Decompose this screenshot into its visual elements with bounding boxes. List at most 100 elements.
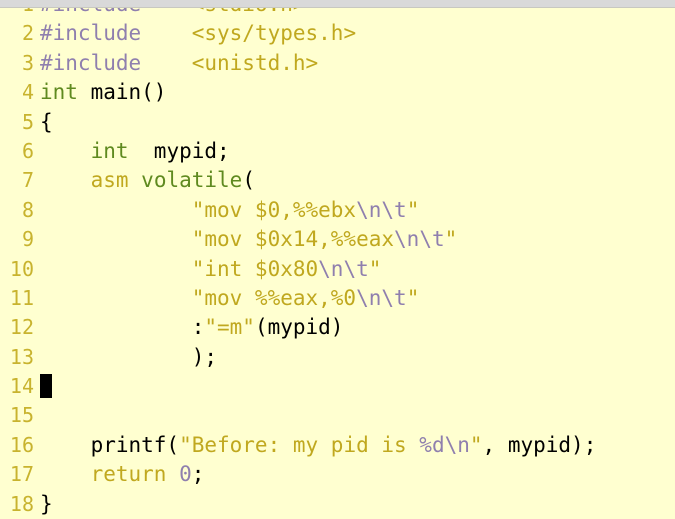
line-number: 17 (9, 462, 34, 487)
code-token: <sys/types.h> (191, 21, 357, 46)
code-token: ); (191, 344, 218, 369)
code-token: \n (356, 285, 382, 310)
line-number: 4 (21, 80, 34, 105)
code-token: ; (191, 462, 205, 487)
code-line[interactable]: 9 "mov $0x14,%%eax\n\t" (0, 225, 675, 254)
code-token: return (90, 462, 167, 487)
code-line-content[interactable]: "int $0x80\n\t" (40, 255, 675, 284)
code-line[interactable]: 5{ (0, 108, 675, 137)
code-line[interactable]: 8 "mov $0,%%ebx\n\t" (0, 196, 675, 225)
line-number: 5 (21, 109, 34, 134)
line-number: 16 (9, 432, 34, 457)
code-token: \n (356, 197, 382, 222)
code-token: int (40, 80, 78, 105)
code-line[interactable]: 2 #include <sys/types.h> (0, 19, 675, 48)
text-cursor (40, 374, 52, 399)
line-number: 7 (21, 168, 34, 193)
code-token: \t (381, 285, 407, 310)
code-line[interactable]: 13 ); (0, 343, 675, 372)
line-number: 14 (9, 374, 34, 399)
code-line[interactable]: 4 int main() (0, 78, 675, 107)
code-token: #include (40, 21, 142, 46)
code-line-content[interactable]: } (40, 490, 675, 519)
code-line[interactable]: 18} (0, 490, 675, 519)
code-line-content[interactable]: #include <unistd.h> (40, 49, 675, 78)
code-line-content[interactable]: asm volatile( (40, 166, 675, 195)
code-line[interactable]: 16 printf("Before: my pid is %d\n", mypi… (0, 431, 675, 460)
code-token: "mov %%eax,%0 (191, 285, 357, 310)
code-line-content[interactable]: "mov %%eax,%0\n\t" (40, 284, 675, 313)
code-token: (mypid) (254, 315, 344, 340)
code-line-content[interactable]: printf("Before: my pid is %d\n", mypid); (40, 431, 675, 460)
code-token: #include (40, 50, 142, 75)
code-line-content[interactable]: int main() (40, 78, 675, 107)
code-token: int (90, 138, 129, 163)
editor-top-scroll-strip (0, 0, 675, 8)
line-number: 15 (9, 403, 34, 428)
code-line-content[interactable]: "mov $0x14,%%eax\n\t" (40, 225, 675, 254)
code-token: \n (444, 432, 470, 457)
line-number: 12 (9, 315, 34, 340)
code-line-content[interactable]: { (40, 108, 675, 137)
code-token: "int $0x80 (191, 256, 319, 281)
code-token: " (406, 197, 420, 222)
code-token: " (444, 227, 458, 252)
line-number: 11 (9, 285, 34, 310)
code-token: 0 (179, 462, 192, 487)
code-line[interactable]: 7 asm volatile( (0, 166, 675, 195)
code-line[interactable]: 15 (0, 401, 675, 430)
code-token: mypid; (128, 138, 230, 163)
code-token: , mypid); (482, 432, 597, 457)
code-line[interactable]: 3 #include <unistd.h> (0, 49, 675, 78)
code-token: "mov $0x14,%%eax (191, 227, 395, 252)
code-line-content[interactable]: int mypid; (40, 137, 675, 166)
code-line[interactable]: 12 :"=m"(mypid) (0, 313, 675, 342)
line-number: 13 (9, 344, 34, 369)
code-line-content[interactable]: "mov $0,%%ebx\n\t" (40, 196, 675, 225)
line-number: 3 (21, 50, 34, 75)
code-token: " (469, 432, 483, 457)
code-token: } (40, 491, 53, 516)
code-token: asm (90, 168, 129, 193)
line-number: 9 (21, 227, 34, 252)
code-token: "Before: my pid is (179, 432, 420, 457)
line-number: 10 (9, 256, 34, 281)
code-line[interactable]: 14 (0, 372, 675, 401)
code-token: ( (242, 168, 255, 193)
code-line[interactable]: 10 "int $0x80\n\t" (0, 255, 675, 284)
line-number: 8 (21, 197, 34, 222)
code-token: { (40, 109, 53, 134)
code-line-content[interactable]: return 0; (40, 460, 675, 489)
code-editor[interactable]: 1 #include <stdio.h> 2 #include <sys/types.… (0, 0, 675, 519)
code-line-content[interactable] (40, 372, 675, 401)
code-line[interactable]: 11 "mov %%eax,%0\n\t" (0, 284, 675, 313)
code-line[interactable]: 6 int mypid; (0, 137, 675, 166)
code-token: " (406, 285, 420, 310)
code-token: \t (343, 256, 369, 281)
code-line-content[interactable]: #include <sys/types.h> (40, 19, 675, 48)
code-token: volatile (141, 168, 243, 193)
code-line[interactable]: 17 return 0; (0, 460, 675, 489)
code-token: \t (381, 197, 407, 222)
code-text-surface[interactable]: 1 #include <stdio.h> 2 #include <sys/types.… (0, 0, 675, 519)
line-number: 2 (21, 21, 34, 46)
code-line-content[interactable]: :"=m"(mypid) (40, 313, 675, 342)
code-token: printf( (40, 432, 180, 457)
line-number: 18 (9, 491, 34, 516)
line-number: 6 (21, 138, 34, 163)
code-token: "mov $0,%%ebx (191, 197, 357, 222)
code-line-content[interactable]: ); (40, 343, 675, 372)
code-token: \n (318, 256, 344, 281)
code-token: \n (394, 227, 420, 252)
